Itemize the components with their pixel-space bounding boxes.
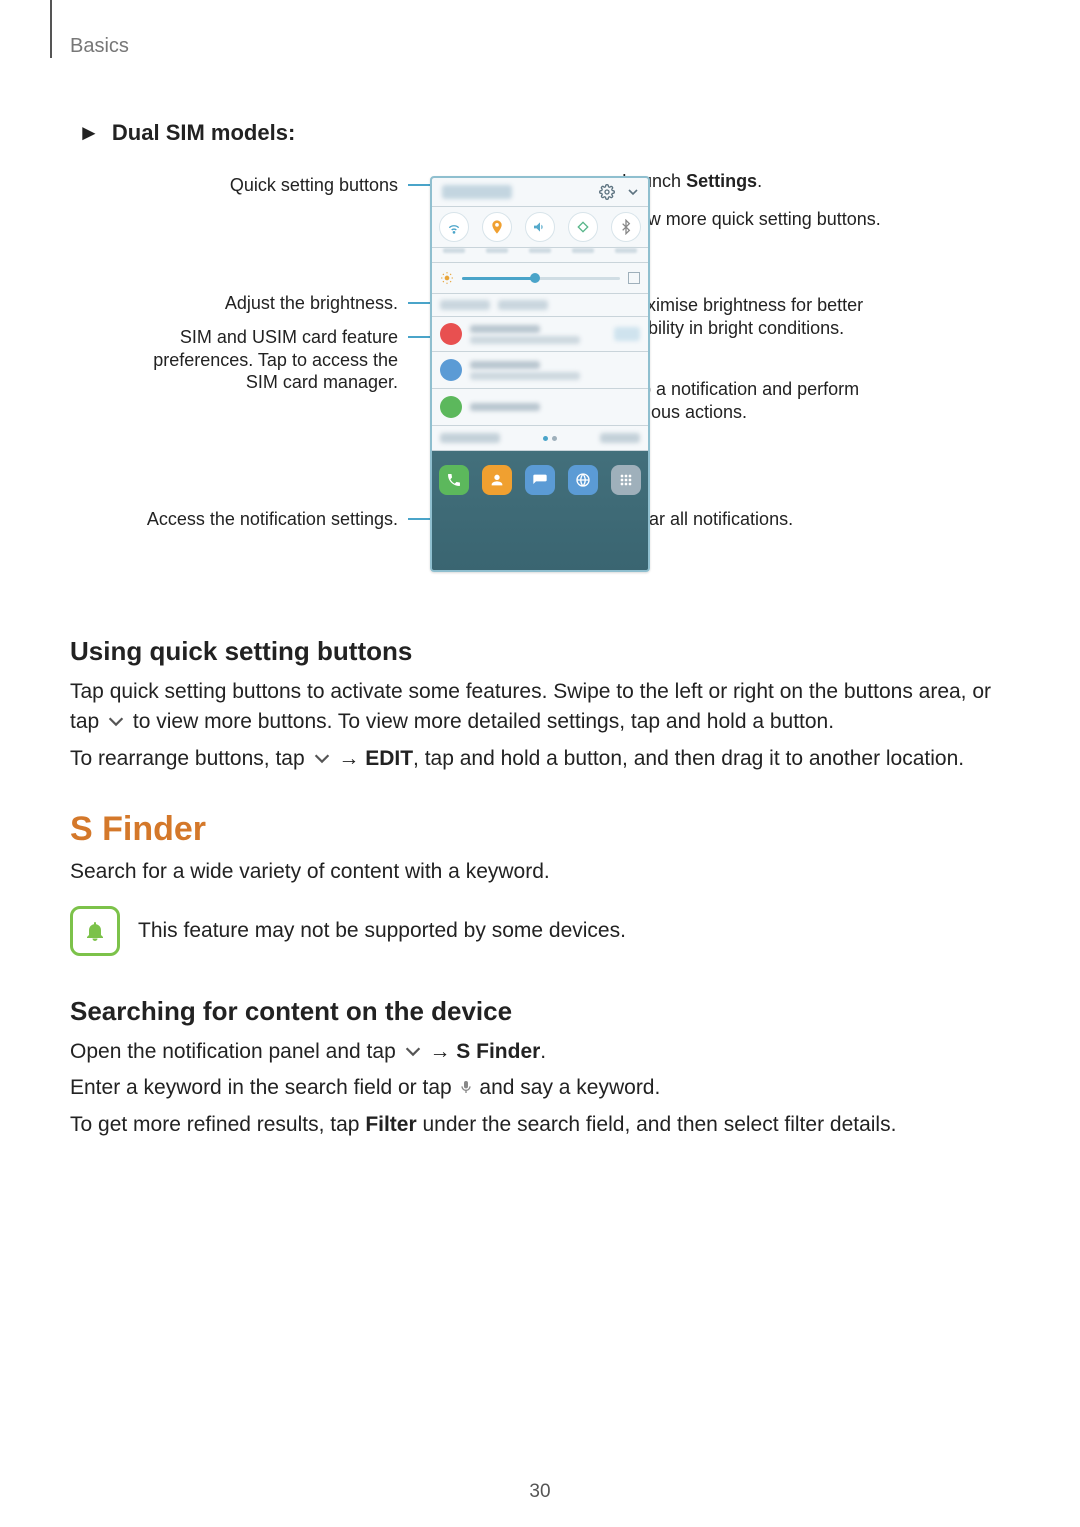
quick-settings-labels (432, 248, 648, 263)
chevron-down-icon (402, 1040, 424, 1062)
callout-more-qs: View more quick setting buttons. (622, 208, 881, 231)
notification-item[interactable] (432, 352, 648, 389)
bluetooth-icon[interactable] (611, 212, 641, 242)
callout-max-brightness: Maximise brightness for better visibilit… (622, 294, 922, 339)
gear-icon[interactable] (598, 183, 616, 201)
app-dot-icon (440, 323, 462, 345)
location-icon[interactable] (482, 212, 512, 242)
callout-brightness: Adjust the brightness. (225, 292, 398, 315)
action-chip[interactable] (614, 327, 640, 341)
brightness-row (432, 263, 648, 294)
browser-app-icon[interactable] (568, 465, 598, 495)
dock (432, 451, 648, 509)
chevron-down-icon (311, 747, 333, 769)
notification-panel-diagram: Quick setting buttons Adjust the brightn… (70, 156, 1010, 596)
sfinder-heading: S Finder (70, 810, 1010, 849)
notification-item[interactable] (432, 389, 648, 426)
panel-footer (432, 426, 648, 451)
time-blur (442, 185, 512, 199)
notification-item[interactable] (432, 317, 648, 352)
callout-sim: SIM and USIM card feature preferences. T… (133, 326, 398, 394)
callout-tap-notif: Tap a notification and perform various a… (622, 378, 922, 423)
notification-text (470, 325, 580, 344)
search-content-p2: Enter a keyword in the search field or t… (70, 1073, 1010, 1103)
apps-drawer-icon[interactable] (611, 465, 641, 495)
mic-icon (458, 1075, 474, 1093)
dual-sim-title: Dual SIM models (112, 120, 288, 145)
page-dots (543, 436, 557, 441)
sim-row[interactable] (432, 294, 648, 317)
rotate-icon[interactable] (568, 212, 598, 242)
app-dot-icon (440, 396, 462, 418)
outdoor-checkbox[interactable] (628, 272, 640, 284)
phone-mock (430, 176, 650, 572)
search-content-p1: Open the notification panel and tap → S … (70, 1037, 1010, 1067)
search-content-heading: Searching for content on the device (70, 996, 1010, 1027)
page: Basics ► Dual SIM models: Quick setting … (0, 0, 1080, 1527)
dual-sim-heading: ► Dual SIM models: (78, 120, 1010, 146)
side-rule (50, 0, 52, 58)
note-block: This feature may not be supported by som… (70, 906, 1010, 956)
callout-notif-settings: Access the notification settings. (147, 508, 398, 531)
note-text: This feature may not be supported by som… (138, 916, 626, 946)
notification-text (470, 403, 540, 411)
triangle-marker-icon: ► (78, 120, 100, 146)
wifi-icon[interactable] (439, 212, 469, 242)
sun-icon (440, 271, 454, 285)
notification-text (470, 361, 580, 380)
quick-settings-row (432, 207, 648, 248)
app-dot-icon (440, 359, 462, 381)
sound-icon[interactable] (525, 212, 555, 242)
search-content-p3: To get more refined results, tap Filter … (70, 1110, 1010, 1140)
clear-label[interactable] (600, 433, 640, 443)
callout-quick-settings: Quick setting buttons (230, 174, 398, 197)
sfinder-intro: Search for a wide variety of content wit… (70, 857, 1010, 887)
using-qs-p1: Tap quick setting buttons to activate so… (70, 677, 1010, 738)
bell-icon (70, 906, 120, 956)
chevron-down-icon (105, 710, 127, 732)
messages-app-icon[interactable] (525, 465, 555, 495)
section-label: Basics (70, 35, 129, 58)
panel-topbar (432, 178, 648, 207)
using-qs-p2: To rearrange buttons, tap → EDIT, tap an… (70, 744, 1010, 774)
notif-settings-label[interactable] (440, 433, 500, 443)
contacts-app-icon[interactable] (482, 465, 512, 495)
page-number: 30 (0, 1481, 1080, 1503)
using-qs-heading: Using quick setting buttons (70, 636, 1010, 667)
brightness-slider[interactable] (462, 277, 620, 280)
phone-app-icon[interactable] (439, 465, 469, 495)
chevron-down-icon[interactable] (624, 183, 642, 201)
